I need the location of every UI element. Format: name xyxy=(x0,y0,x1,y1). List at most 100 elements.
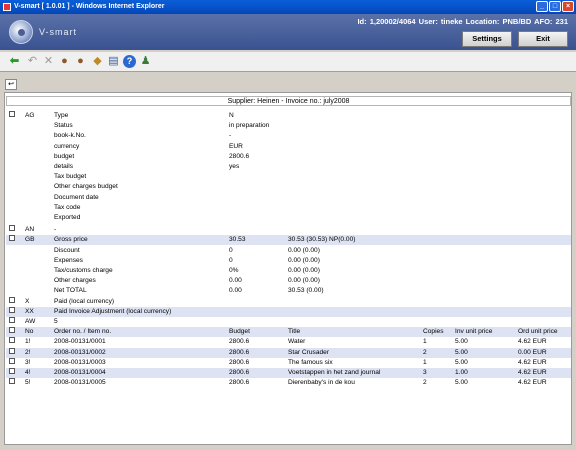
row-checkbox[interactable] xyxy=(9,378,15,385)
item-title: Star Crusader xyxy=(288,348,330,356)
field-label: Other charges xyxy=(54,277,96,285)
column-header: Title xyxy=(288,328,301,336)
app-header: V-smart Id: 1,20002/4064 User: tineke Lo… xyxy=(0,14,576,50)
field-value: 0.00 xyxy=(229,287,242,295)
row-checkbox[interactable] xyxy=(9,327,15,334)
ord-unit-price: 4.62 EUR xyxy=(518,358,547,366)
order-no: 2008-00131/0003 xyxy=(54,358,106,366)
table-row[interactable]: 5! 2008-00131/0005 2800.6 Dierenbaby's in d… xyxy=(6,378,571,388)
row-checkbox[interactable] xyxy=(9,347,15,354)
undo-icon[interactable]: ↶ xyxy=(26,55,39,68)
row-checkbox[interactable] xyxy=(9,235,15,242)
section-code: AG xyxy=(25,112,35,119)
order-no: 2008-00131/0005 xyxy=(54,379,106,387)
aw-row[interactable]: AW 5 xyxy=(6,317,571,327)
toolbar: ⬅ ↶ ✕ ● ● ◆ ▤ ? ♟ xyxy=(0,52,576,72)
ord-unit-price: 4.62 EUR xyxy=(518,369,547,376)
field-value: 0.00 xyxy=(229,277,242,285)
section-code: X xyxy=(25,297,30,305)
field-value: 5 xyxy=(54,318,58,325)
row-checkbox[interactable] xyxy=(9,337,15,344)
person-edit-icon[interactable]: ● xyxy=(74,55,87,68)
copies: 2 xyxy=(423,379,427,387)
field-label: Expenses xyxy=(54,256,83,264)
invoice-panel: Supplier: Heinen - Invoice no.: july2008… xyxy=(4,92,572,445)
person-list-icon[interactable]: ◆ xyxy=(91,55,104,68)
users-icon[interactable]: ♟ xyxy=(139,55,152,68)
close-window-button[interactable]: × xyxy=(562,1,574,12)
items-header[interactable]: No Order no. / Item no. Budget Title Copies I… xyxy=(6,327,571,338)
ag-row: Exported xyxy=(6,213,571,223)
field-value: 30.53 (30.53) NP(0.00) xyxy=(288,236,356,244)
maximize-button[interactable]: □ xyxy=(549,1,561,12)
table-row[interactable]: 1! 2008-00131/0001 2800.6 Water 1 5.00 4.62 EU… xyxy=(6,337,571,347)
section-code: GB xyxy=(25,236,35,244)
panel-title: Supplier: Heinen - Invoice no.: july2008 xyxy=(6,96,571,106)
row-checkbox[interactable] xyxy=(9,368,15,374)
field-value: in preparation xyxy=(229,122,270,130)
invoice-icon[interactable]: ▤ xyxy=(107,55,120,68)
ag-row: Status in preparation xyxy=(6,121,571,131)
column-header: Inv unit price xyxy=(455,328,493,336)
copies: 1 xyxy=(423,338,427,346)
item-no: 1! xyxy=(25,338,31,346)
row-checkbox[interactable] xyxy=(9,296,15,303)
item-title: Voetstappen in het zand journal xyxy=(288,369,381,376)
settings-button[interactable]: Settings xyxy=(462,31,512,47)
ag-row: currency EUR xyxy=(6,142,571,152)
row-checkbox[interactable] xyxy=(9,111,15,117)
an-row[interactable]: AN - xyxy=(6,225,571,235)
delete-icon[interactable]: ✕ xyxy=(42,55,55,68)
table-row[interactable]: 2! 2008-00131/0002 2800.6 Star Crusader 2 5.0… xyxy=(6,347,571,358)
field-label: Gross price xyxy=(54,236,88,244)
gb-row: Expenses 0 0.00 (0.00) xyxy=(6,256,571,266)
row-checkbox[interactable] xyxy=(9,306,15,313)
inv-unit-price: 5.00 xyxy=(455,358,468,366)
budget: 2800.6 xyxy=(229,358,250,366)
inv-unit-price: 1.00 xyxy=(455,369,468,376)
window-title: V-smart [ 1.0.01 ] - Windows Internet Ex… xyxy=(14,3,165,10)
row-checkbox[interactable] xyxy=(9,225,15,232)
ag-row: Tax code xyxy=(6,203,571,213)
field-label: Tax code xyxy=(54,203,81,211)
person-icon[interactable]: ● xyxy=(58,55,71,68)
table-row[interactable]: 4! 2008-00131/0004 2800.6 Voetstappen in he… xyxy=(6,368,571,378)
ag-row: book-k.No. - xyxy=(6,131,571,141)
gb-row: Net TOTAL 0.00 30.53 (0.00) xyxy=(6,286,571,296)
field-value: 30.53 (0.00) xyxy=(288,287,324,295)
x-row[interactable]: X Paid (local currency) xyxy=(6,296,571,307)
budget: 2800.6 xyxy=(229,379,250,387)
inv-unit-price: 5.00 xyxy=(455,348,468,356)
item-no: 3! xyxy=(25,358,31,366)
row-checkbox[interactable] xyxy=(9,317,15,323)
logo-text: V-smart xyxy=(39,27,78,37)
field-value: yes xyxy=(229,163,240,170)
gb-row: Other charges 0.00 0.00 (0.00) xyxy=(6,276,571,286)
field-value: - xyxy=(229,132,232,140)
section-code: AN xyxy=(25,226,35,234)
order-no: 2008-00131/0001 xyxy=(54,338,106,346)
ag-row: budget 2800.6 xyxy=(6,152,571,162)
gb-row[interactable]: GB Gross price 30.53 30.53 (30.53) NP(0.00) xyxy=(6,235,571,246)
exit-button[interactable]: Exit xyxy=(518,31,568,47)
field-label: Paid Invoice Adjustment (local currency) xyxy=(54,307,172,315)
xx-row[interactable]: XX Paid Invoice Adjustment (local currenc… xyxy=(6,306,571,317)
copies: 3 xyxy=(423,369,427,376)
field-value: - xyxy=(54,226,57,234)
gb-row: Tax/customs charge 0% 0.00 (0.00) xyxy=(6,266,571,276)
ord-unit-price: 4.62 EUR xyxy=(518,338,547,346)
back-arrow-icon[interactable]: ⬅ xyxy=(8,55,21,68)
field-value: 30.53 xyxy=(229,236,246,244)
return-icon[interactable]: ↩ xyxy=(5,79,17,90)
column-header: Copies xyxy=(423,328,444,336)
table-row[interactable]: 3! 2008-00131/0003 2800.6 The famous six 1 5.… xyxy=(6,357,571,368)
field-label: Net TOTAL xyxy=(54,287,87,295)
field-value: N xyxy=(229,112,234,119)
help-icon[interactable]: ? xyxy=(123,55,136,68)
session-info: Id: 1,20002/4064 User: tineke Location: … xyxy=(357,17,568,26)
section-code: AW xyxy=(25,318,36,325)
item-title: Dierenbaby's in de kou xyxy=(288,379,355,387)
ag-row[interactable]: AG Type N xyxy=(6,111,571,121)
row-checkbox[interactable] xyxy=(9,357,15,364)
minimize-button[interactable]: _ xyxy=(536,1,548,12)
